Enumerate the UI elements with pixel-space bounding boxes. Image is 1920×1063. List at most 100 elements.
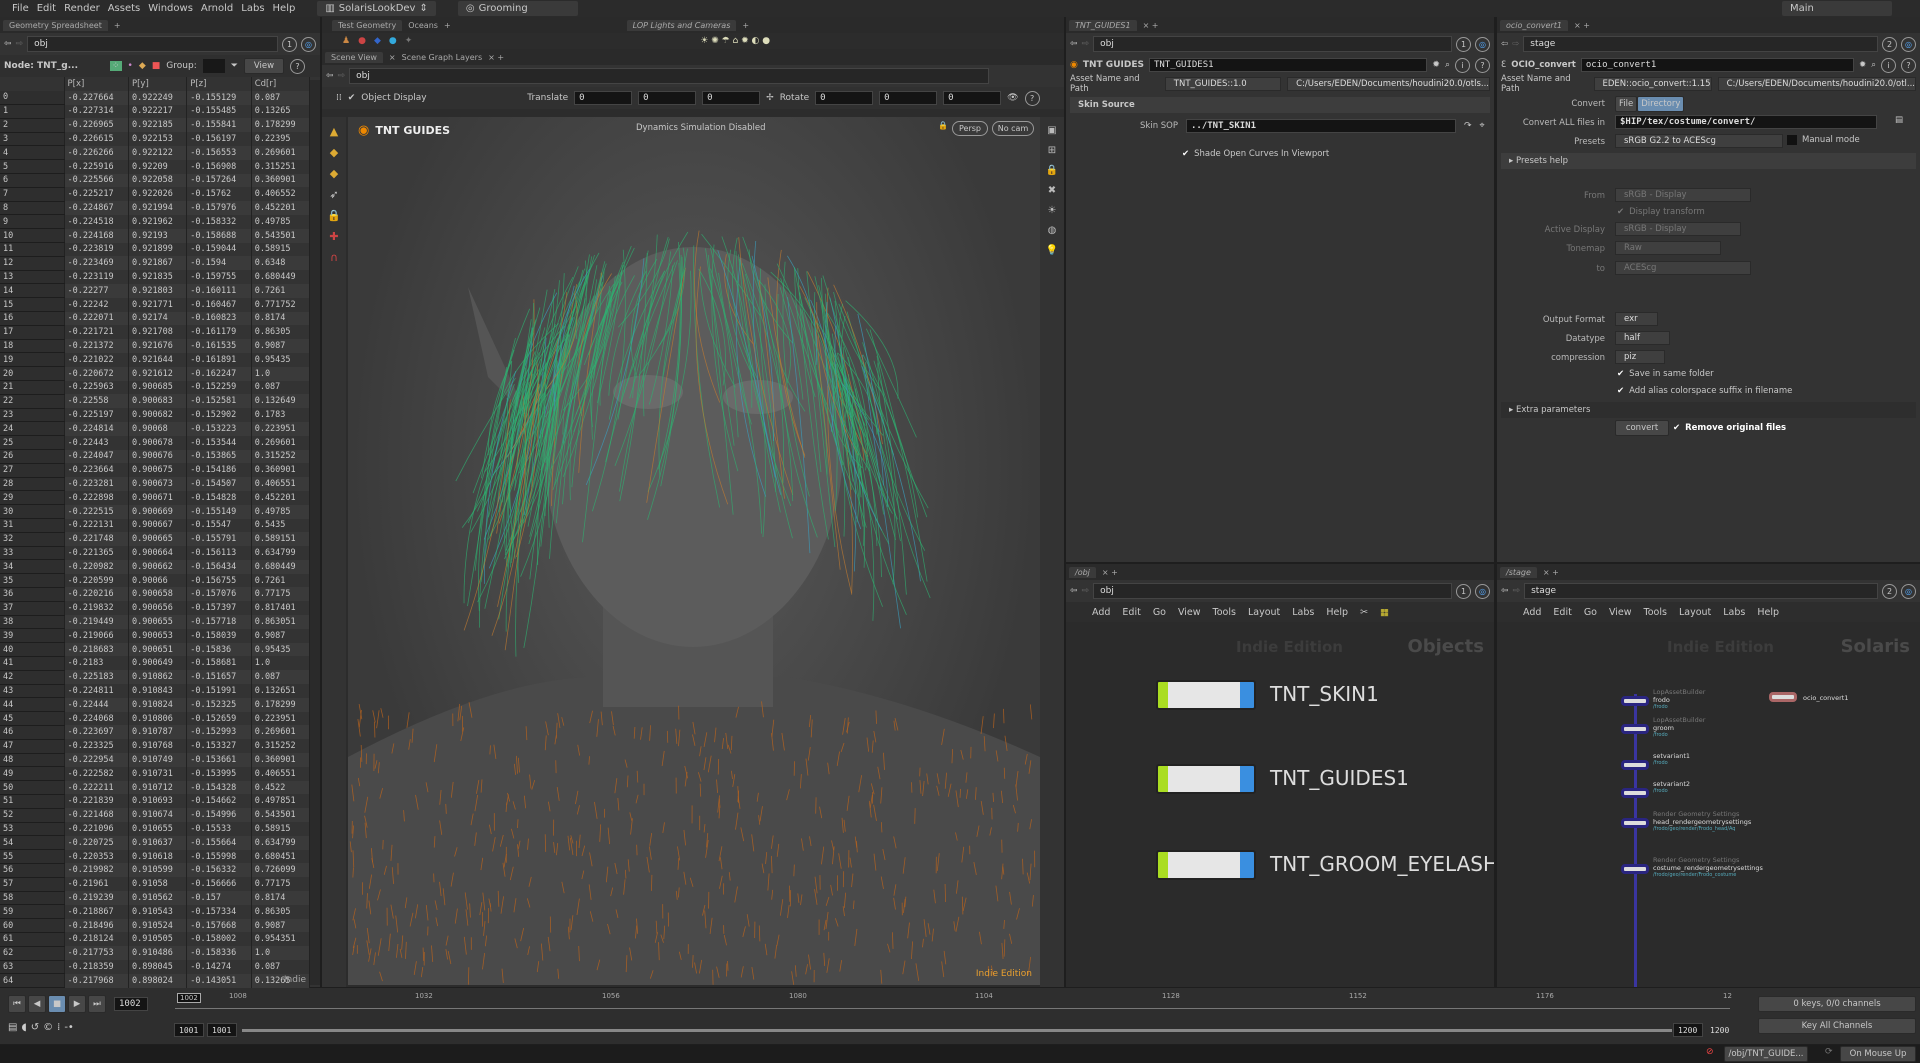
- go-to-end-button[interactable]: ⏭: [88, 995, 106, 1013]
- rotate-z[interactable]: 0: [943, 91, 1002, 105]
- remove-originals-checkbox[interactable]: ✔ Remove original files: [1673, 423, 1786, 433]
- search-icon[interactable]: ⌕: [1445, 60, 1450, 70]
- view-button[interactable]: View: [243, 58, 284, 74]
- table-row[interactable]: 54 -0.220725 0.910637 -0.155664 0.634799: [0, 835, 311, 851]
- tab-obj[interactable]: /obj: [1069, 566, 1096, 578]
- object-display-checkbox[interactable]: ✔: [348, 93, 356, 103]
- table-row[interactable]: 32 -0.221748 0.900665 -0.155791 0.589151: [0, 532, 311, 547]
- display-option-icon[interactable]: 🔒: [1046, 165, 1058, 176]
- back-arrow-icon[interactable]: ⇦: [1501, 39, 1508, 49]
- link-icon[interactable]: ◎: [1475, 36, 1490, 52]
- link-icon[interactable]: ◎: [1901, 583, 1916, 599]
- node-ocio-convert1[interactable]: [1769, 692, 1797, 702]
- node-tnt-guides1[interactable]: [1156, 764, 1256, 794]
- table-row[interactable]: 56 -0.219982 0.910599 -0.156332 0.726099: [0, 863, 311, 878]
- translate-x[interactable]: 0: [574, 91, 633, 105]
- tab-scene-graph-layers[interactable]: Scene Graph Layers: [402, 53, 483, 62]
- table-row[interactable]: 38 -0.219449 0.900655 -0.157718 0.863051: [0, 615, 311, 630]
- table-row[interactable]: 19 -0.221022 0.921644 -0.161891 0.95435: [0, 352, 311, 368]
- key-all-channels-menu[interactable]: Key All Channels: [1758, 1018, 1916, 1034]
- display-option-icon[interactable]: ◍: [1048, 225, 1057, 236]
- translate-y[interactable]: 0: [638, 91, 697, 105]
- convert-dir-field[interactable]: $HIP/tex/costume/convert/: [1615, 115, 1877, 129]
- table-row[interactable]: 26 -0.224047 0.900676 -0.153865 0.315252: [0, 449, 311, 464]
- net-menu-labs[interactable]: Labs: [1292, 607, 1314, 618]
- table-row[interactable]: 40 -0.218683 0.900651 -0.15836 0.95435: [0, 642, 311, 657]
- forward-arrow-icon[interactable]: ⇨: [1513, 586, 1521, 596]
- column-header[interactable]: P[y]: [128, 77, 188, 91]
- net-menu-layout[interactable]: Layout: [1248, 607, 1280, 618]
- table-row[interactable]: 46 -0.223697 0.910787 -0.152993 0.269601: [0, 725, 311, 740]
- node-tnt-skin1[interactable]: [1156, 680, 1256, 710]
- net-menu-go[interactable]: Go: [1153, 607, 1166, 618]
- 3d-viewport[interactable]: ◉ TNT GUIDES Dynamics Simulation Disabled…: [348, 117, 1040, 985]
- tab-geometry-spreadsheet[interactable]: Geometry Spreadsheet: [3, 19, 108, 31]
- table-row[interactable]: 62 -0.217753 0.910486 -0.158336 1.0: [0, 946, 311, 961]
- translate-z[interactable]: 0: [702, 91, 761, 105]
- extra-parameters-section[interactable]: ▸ Extra parameters: [1501, 402, 1916, 418]
- pin-button[interactable]: 1: [1456, 583, 1471, 599]
- search-icon[interactable]: ⌕: [1871, 60, 1876, 70]
- table-row[interactable]: 15 -0.22242 0.921771 -0.160467 0.771752: [0, 297, 311, 313]
- menu-file[interactable]: File: [12, 3, 29, 14]
- range-end-field[interactable]: 1200: [1673, 1023, 1703, 1037]
- update-mode-menu[interactable]: On Mouse Up: [1840, 1046, 1916, 1062]
- rotate-y[interactable]: 0: [879, 91, 938, 105]
- refresh-icon[interactable]: ⟳: [1825, 1047, 1833, 1057]
- points-icon[interactable]: ⁘: [110, 61, 122, 71]
- gear-icon[interactable]: ✹: [1432, 60, 1440, 70]
- menu-arnold[interactable]: Arnold: [201, 3, 233, 14]
- spreadsheet-scrollbar[interactable]: [310, 80, 320, 985]
- go-to-start-button[interactable]: ⏮: [8, 995, 26, 1013]
- info-icon[interactable]: i: [1455, 57, 1470, 73]
- no-cook-icon[interactable]: ⊘: [1706, 1047, 1714, 1057]
- display-option-icon[interactable]: ☀: [1048, 205, 1057, 216]
- pin-button[interactable]: 1: [282, 36, 297, 52]
- lop-node-frodo[interactable]: [1621, 696, 1649, 706]
- main-desk-selector[interactable]: Main: [1782, 1, 1892, 16]
- forward-arrow-icon[interactable]: ⇨: [1082, 586, 1090, 596]
- tonemap-menu[interactable]: Raw: [1615, 241, 1721, 255]
- net-menu-tools[interactable]: Tools: [1644, 607, 1667, 618]
- table-row[interactable]: 49 -0.222582 0.910731 -0.153995 0.406551: [0, 766, 311, 782]
- audio-icon[interactable]: ◖: [21, 1022, 26, 1033]
- table-row[interactable]: 45 -0.224068 0.910806 -0.152659 0.223951: [0, 711, 311, 726]
- table-row[interactable]: 48 -0.222954 0.910749 -0.153661 0.360901: [0, 753, 311, 768]
- table-row[interactable]: 23 -0.225197 0.900682 -0.152902 0.1783: [0, 408, 311, 423]
- table-row[interactable]: 1 -0.227314 0.922217 -0.155485 0.13265: [0, 104, 311, 119]
- table-row[interactable]: 39 -0.219066 0.900653 -0.158039 0.9087: [0, 628, 311, 644]
- table-row[interactable]: 12 -0.223469 0.921867 -0.1594 0.6348: [0, 256, 311, 271]
- column-header[interactable]: [0, 77, 65, 91]
- net-menu-help[interactable]: Help: [1326, 607, 1348, 618]
- table-row[interactable]: 37 -0.219832 0.900656 -0.157397 0.817401: [0, 601, 311, 616]
- help-icon[interactable]: ?: [1024, 90, 1040, 106]
- menu-labs[interactable]: Labs: [241, 3, 264, 14]
- convert-directory-toggle[interactable]: Directory: [1637, 96, 1685, 112]
- datatype-menu[interactable]: half: [1615, 331, 1670, 345]
- table-row[interactable]: 8 -0.224867 0.921994 -0.157976 0.452201: [0, 201, 311, 216]
- play-forward-button[interactable]: ▶: [68, 995, 86, 1013]
- shelf-tool-icon[interactable]: ♟: [342, 36, 350, 46]
- context-selector[interactable]: ◎ Grooming: [457, 1, 578, 16]
- tab-scene-view[interactable]: Scene View: [325, 51, 383, 63]
- wrench-icon[interactable]: ✂: [1360, 607, 1368, 618]
- end-frame-field[interactable]: 1200: [1706, 1023, 1736, 1037]
- menu-windows[interactable]: Windows: [148, 3, 193, 14]
- convert-file-toggle[interactable]: File: [1615, 96, 1638, 112]
- node-name-field[interactable]: TNT_GUIDES1: [1148, 58, 1428, 72]
- play-backward-button[interactable]: ◀: [28, 995, 46, 1013]
- path-field[interactable]: obj: [27, 36, 278, 52]
- table-row[interactable]: 64 -0.217968 0.898024 -0.143051 0.13265: [0, 973, 311, 989]
- detail-icon[interactable]: ■: [152, 61, 161, 71]
- asset-name-menu[interactable]: TNT_GUIDES::1.0: [1164, 77, 1282, 91]
- help-icon[interactable]: ?: [1475, 57, 1490, 73]
- shade-open-curves-checkbox[interactable]: ✔ Shade Open Curves In Viewport: [1066, 135, 1494, 159]
- table-row[interactable]: 16 -0.222071 0.92174 -0.160823 0.8174: [0, 311, 311, 326]
- table-row[interactable]: 58 -0.219239 0.910562 -0.157 0.8174: [0, 891, 311, 906]
- pivot-icon[interactable]: ✢: [766, 93, 774, 103]
- back-arrow-icon[interactable]: ⇦: [1070, 39, 1078, 49]
- gear-icon[interactable]: ✹: [1859, 60, 1866, 70]
- table-row[interactable]: 24 -0.224814 0.90068 -0.153223 0.223951: [0, 421, 311, 437]
- menu-help[interactable]: Help: [273, 3, 296, 14]
- table-row[interactable]: 14 -0.22277 0.921803 -0.160111 0.7261: [0, 283, 311, 299]
